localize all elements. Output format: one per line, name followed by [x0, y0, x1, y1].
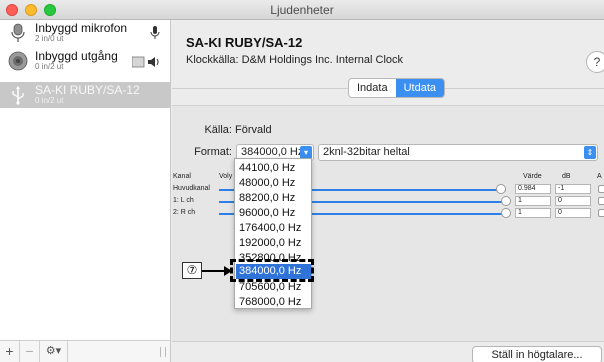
menu-item-sample-rate[interactable]: 88200,0 Hz: [236, 191, 311, 206]
column-volume: Voly: [219, 173, 233, 180]
source-label: Källa:: [204, 124, 232, 136]
device-channels: 0 in/2 ut: [35, 62, 64, 71]
mute-checkbox[interactable]: [598, 209, 604, 217]
gear-menu-button[interactable]: ⚙▾: [40, 341, 68, 362]
device-name: Inbyggd mikrofon: [35, 21, 128, 35]
column-mute: A: [597, 173, 602, 180]
volume-icon: [132, 56, 159, 68]
column-channel: Kanal: [173, 173, 191, 180]
mute-checkbox[interactable]: [598, 185, 604, 193]
chevron-updown-icon: ⇕: [584, 146, 596, 159]
menu-item-sample-rate[interactable]: 192000,0 Hz: [236, 236, 311, 251]
volume-slider-knob[interactable]: [501, 196, 511, 206]
menu-item-sample-rate[interactable]: 176400,0 Hz: [236, 221, 311, 236]
clock-source: Klockkälla: D&M Holdings Inc. Internal C…: [186, 54, 403, 66]
volume-slider-knob[interactable]: [496, 184, 507, 194]
speaker-icon: [8, 51, 28, 71]
help-button[interactable]: ?: [586, 51, 604, 73]
tab-output[interactable]: Utdata: [395, 79, 445, 97]
device-sidebar: Inbyggd mikrofon 2 in/0 ut Inbyggd utgån…: [0, 20, 171, 362]
device-name: Inbyggd utgång: [35, 49, 118, 63]
menu-item-sample-rate[interactable]: 768000,0 Hz: [236, 295, 311, 310]
menu-item-sample-rate[interactable]: 48000,0 Hz: [236, 176, 311, 191]
bit-depth-value: 2knl-32bitar heltal: [323, 146, 410, 158]
microphone-icon: [11, 23, 25, 42]
highlight-dashed-box: [230, 259, 314, 282]
sidebar-item-built-in-microphone[interactable]: Inbyggd mikrofon 2 in/0 ut: [0, 20, 170, 46]
device-name: SA-KI RUBY/SA-12: [35, 83, 140, 97]
configure-speakers-button[interactable]: Ställ in högtalare...: [472, 346, 602, 362]
menu-item-sample-rate[interactable]: 44100,0 Hz: [236, 161, 311, 176]
column-value: Värde: [523, 173, 542, 180]
clock-source-value: D&M Holdings Inc. Internal Clock: [241, 54, 404, 66]
db-field[interactable]: 0: [555, 208, 591, 218]
clock-source-label: Klockkälla:: [186, 54, 239, 66]
menu-item-sample-rate[interactable]: 705600,0 Hz: [236, 280, 311, 295]
mute-checkbox[interactable]: [598, 197, 604, 205]
volume-slider-knob[interactable]: [501, 208, 511, 218]
sidebar-toolbar: + − ⚙▾: [0, 340, 170, 362]
device-title: SA-KI RUBY/SA-12: [186, 35, 303, 50]
usb-icon: [12, 86, 24, 105]
menu-item-sample-rate[interactable]: 96000,0 Hz: [236, 206, 311, 221]
sidebar-item-sa-ki-ruby[interactable]: SA-KI RUBY/SA-12 0 in/2 ut: [0, 82, 170, 108]
channel-name: Huvudkanal: [173, 185, 210, 192]
tab-input[interactable]: Indata: [349, 79, 396, 97]
bit-depth-popup[interactable]: 2knl-32bitar heltal ⇕: [318, 144, 598, 161]
value-field[interactable]: 1: [515, 196, 551, 206]
add-device-button[interactable]: +: [0, 341, 20, 362]
title-bar: Ljudenheter: [0, 0, 604, 20]
channel-name: 2: R ch: [173, 209, 196, 216]
step-callout: ⑦: [182, 262, 202, 279]
format-label: Format:: [194, 146, 232, 158]
callout-arrow-line: [202, 270, 226, 272]
column-db: dB: [562, 173, 571, 180]
divider: [172, 341, 604, 342]
window-title: Ljudenheter: [270, 3, 334, 17]
audio-devices-window: Ljudenheter Inbyggd mikrofon 2 in/0 ut I…: [0, 0, 604, 362]
value-field[interactable]: 0.984: [515, 184, 551, 194]
arrow-right-icon: [224, 266, 232, 276]
remove-device-button[interactable]: −: [20, 341, 40, 362]
io-tab-control: Indata Utdata: [348, 78, 446, 98]
device-channels: 0 in/2 ut: [35, 96, 64, 105]
microphone-icon: [150, 26, 160, 39]
resize-handle-icon[interactable]: [160, 347, 166, 357]
db-field[interactable]: -1: [555, 184, 591, 194]
channel-name: 1: L ch: [173, 197, 194, 204]
device-channels: 2 in/0 ut: [35, 34, 64, 43]
source-value: Förvald: [235, 124, 272, 136]
sample-rate-menu: 44100,0 Hz 48000,0 Hz 88200,0 Hz 96000,0…: [234, 158, 312, 309]
value-field[interactable]: 1: [515, 208, 551, 218]
sidebar-item-built-in-output[interactable]: Inbyggd utgång 0 in/2 ut: [0, 48, 170, 74]
db-field[interactable]: 0: [555, 196, 591, 206]
sample-rate-value: 384000,0 Hz: [241, 146, 304, 158]
